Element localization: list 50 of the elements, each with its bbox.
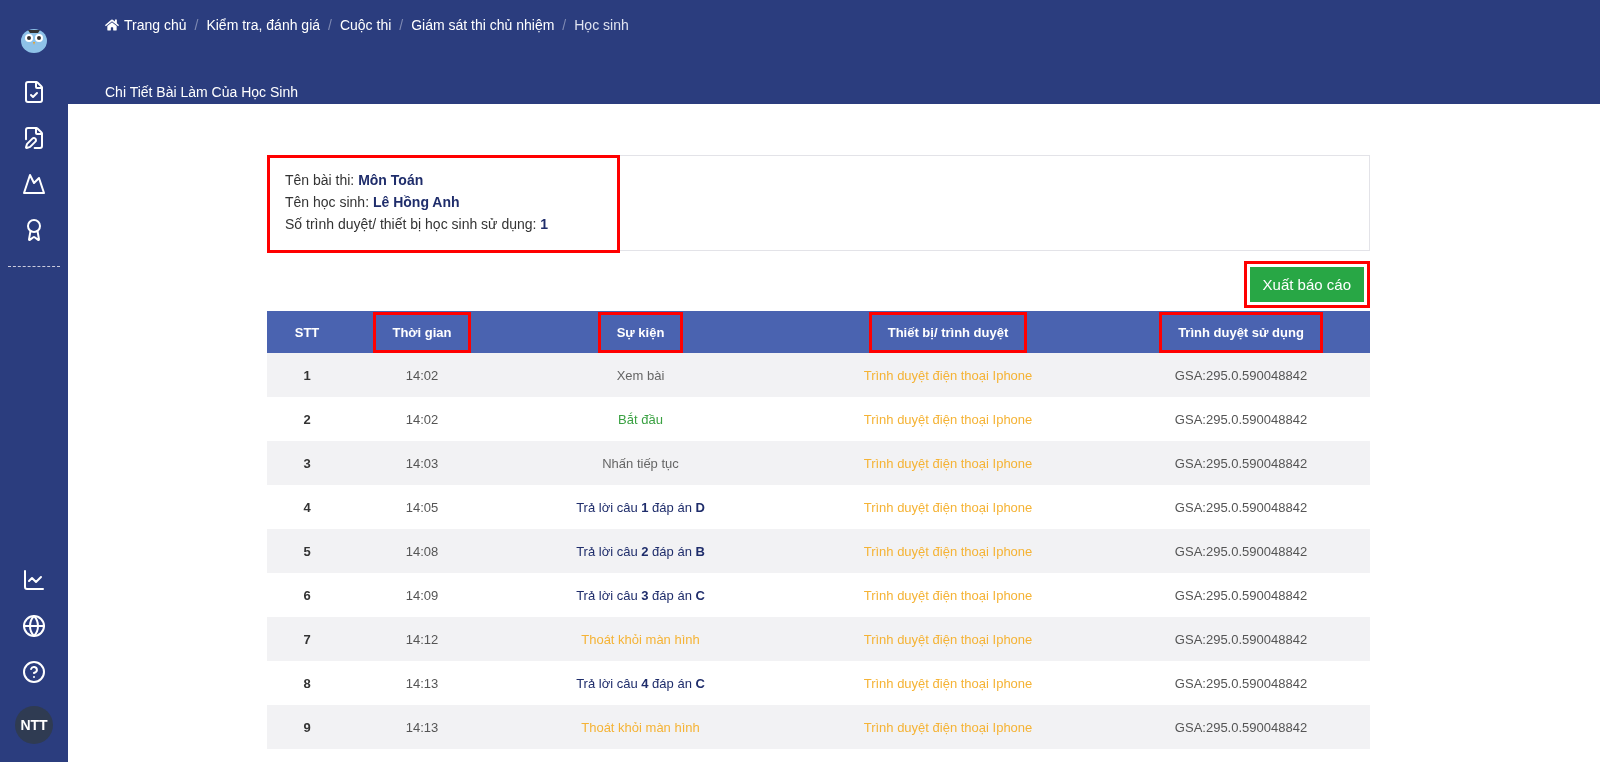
table-cell: Trình duyệt điện thoại Iphone (784, 529, 1112, 573)
table-cell: Trình duyệt điện thoại Iphone (784, 441, 1112, 485)
chart-icon[interactable] (22, 568, 46, 592)
column-title: STT (293, 323, 321, 342)
table-cell: 5 (267, 529, 347, 573)
table-cell: 14:08 (347, 529, 497, 573)
table-cell: Thoát khỏi màn hình (497, 617, 784, 661)
table-cell: Thoát khỏi màn hình (497, 705, 784, 749)
info-line: Tên học sinh: Lê Hồng Anh (285, 194, 461, 210)
breadcrumb-link[interactable]: Học sinh (574, 17, 629, 33)
column-title: Thời gian (373, 311, 471, 353)
breadcrumb-link[interactable]: Trang chủ (105, 17, 187, 33)
table-cell: Nhấn tiếp tục (497, 441, 784, 485)
table-cell: 14:03 (347, 441, 497, 485)
table-cell: Trình duyệt điện thoại Iphone (784, 617, 1112, 661)
column-title: Thiết bị/ trình duyệt (868, 311, 1028, 353)
document-check-icon[interactable] (22, 80, 46, 104)
info-line: Tên bài thi: Môn Toán (285, 172, 425, 188)
table-cell: Trả lời câu 2 đáp án B (497, 529, 784, 573)
table-cell: GSA:295.0.590048842 (1112, 529, 1370, 573)
column-title: Trình duyệt sử dụng (1159, 311, 1323, 353)
table-cell: GSA:295.0.590048842 (1112, 441, 1370, 485)
breadcrumb-link[interactable]: Kiểm tra, đánh giá (206, 17, 321, 33)
table-cell: Xem bài (497, 353, 784, 397)
help-icon[interactable] (22, 660, 46, 684)
table-cell: 14:12 (347, 617, 497, 661)
page-title: Chi Tiết Bài Làm Của Học Sinh (105, 84, 299, 102)
table-cell: GSA:295.0.590048842 (1112, 617, 1370, 661)
home-icon (105, 18, 119, 32)
breadcrumb-separator: / (328, 17, 332, 33)
document-pen-icon[interactable] (22, 126, 46, 150)
table-cell: 14:02 (347, 353, 497, 397)
table-cell: GSA:295.0.590048842 (1112, 705, 1370, 749)
breadcrumb-separator: / (562, 17, 567, 33)
column-title: Sự kiện (597, 311, 684, 353)
user-avatar[interactable]: NTT (15, 706, 53, 744)
table-cell: 9 (267, 705, 347, 749)
table-cell: 14:13 (347, 705, 497, 749)
table-cell: Trình duyệt điện thoại Iphone (784, 705, 1112, 749)
table-cell: GSA:295.0.590048842 (1112, 353, 1370, 397)
globe-icon[interactable] (22, 614, 46, 638)
breadcrumb-link[interactable]: Giám sát thi chủ nhiệm (411, 17, 555, 33)
table-cell: Trình duyệt điện thoại Iphone (784, 353, 1112, 397)
table-cell: 3 (267, 441, 347, 485)
breadcrumb-link[interactable]: Cuộc thi (339, 17, 392, 33)
breadcrumb-separator: / (399, 17, 404, 33)
info-line: Số trình duyệt/ thiết bị học sinh sử dụng: 1 (285, 216, 550, 232)
table-cell: 7 (267, 617, 347, 661)
table-cell: 1 (267, 353, 347, 397)
breadcrumb-separator: / (194, 17, 199, 33)
